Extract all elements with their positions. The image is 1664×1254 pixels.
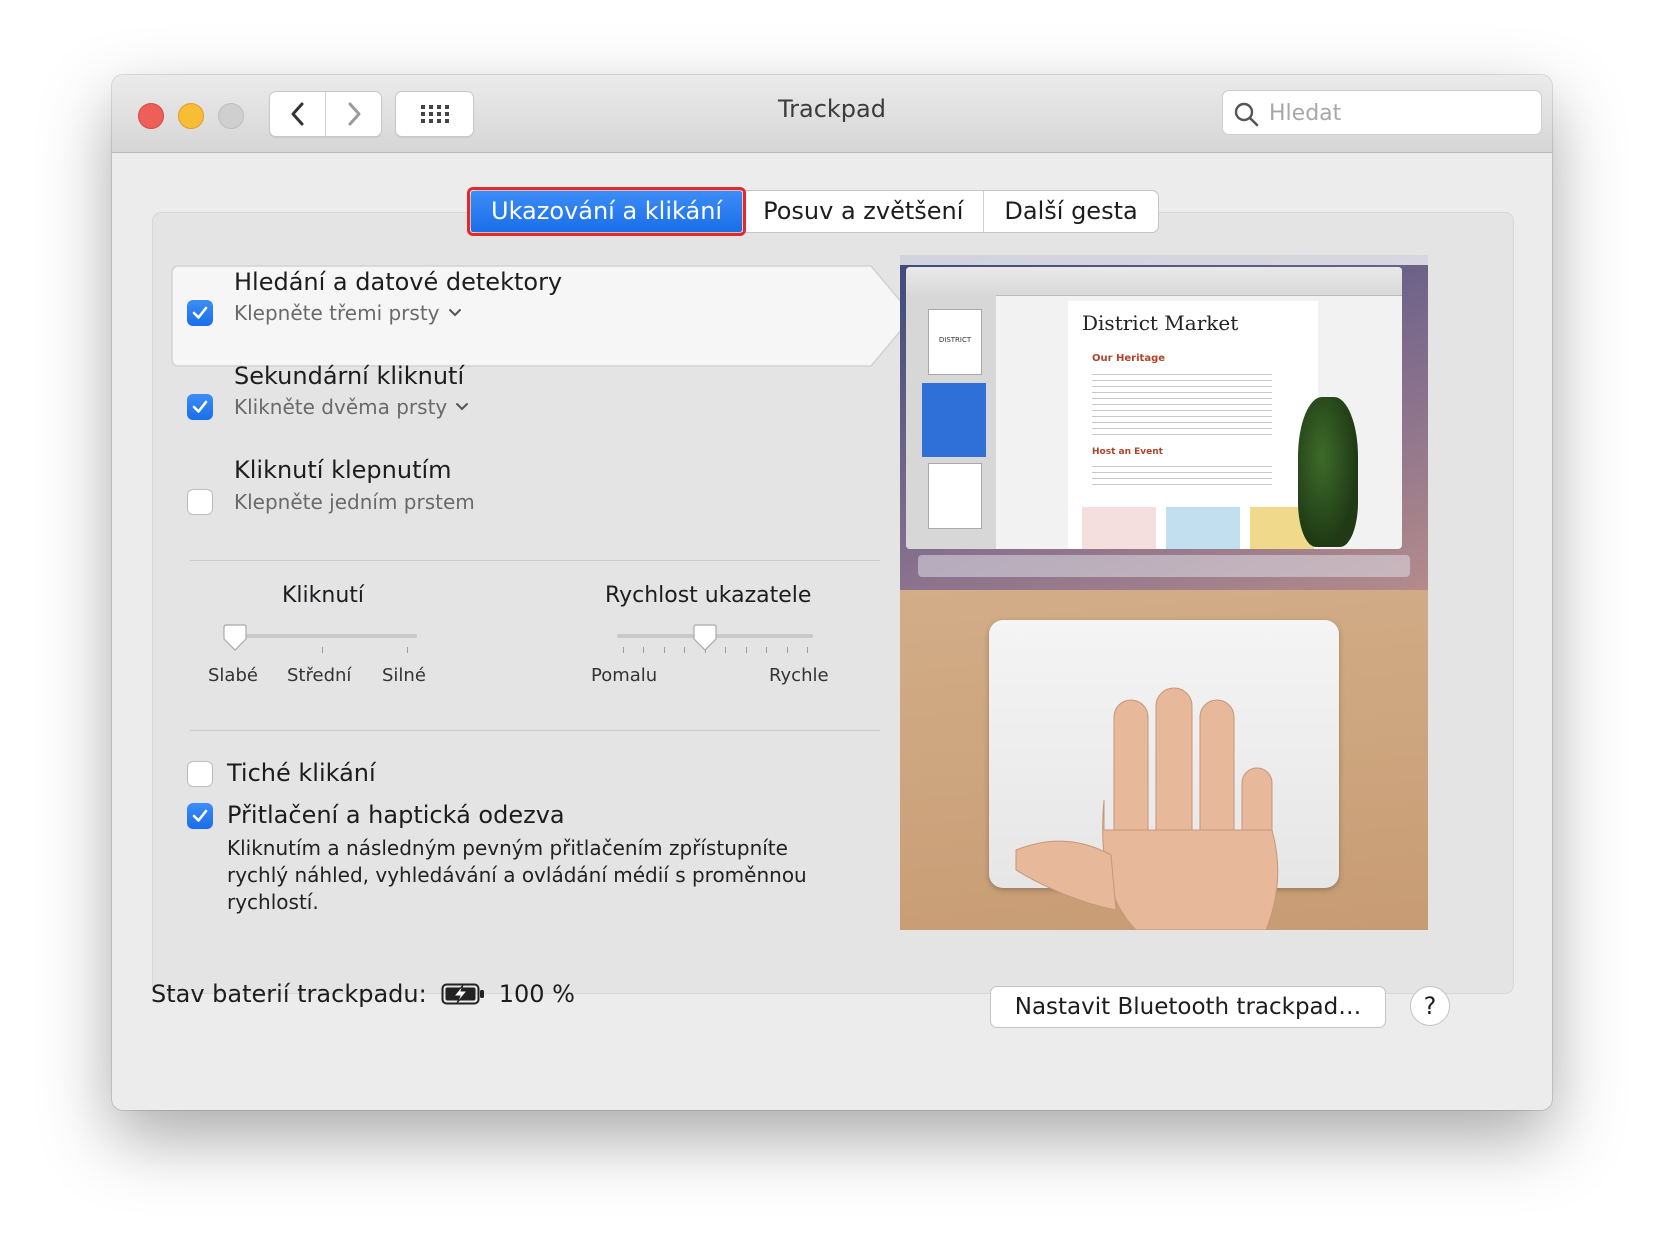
force-click-checkbox[interactable] [187,803,213,829]
checkmark-icon [192,400,208,413]
tab-more-gestures[interactable]: Další gesta [983,191,1157,232]
preview-app-window: DISTRICT District Market Our Heritage Ho… [906,267,1402,549]
secondary-click-gesture-select[interactable]: Klikněte dvěma prsty [234,395,469,419]
search-icon [1234,102,1259,127]
chevron-down-icon [456,403,469,411]
divider [190,730,880,731]
speed-slider-thumb[interactable] [693,624,717,652]
lookup-checkbox[interactable] [187,300,213,326]
trackpad-window: Trackpad Ukazování a klikání Posuv a zvě… [112,75,1552,1110]
silent-click-title: Tiché klikání [227,759,376,787]
preview-doc-heading2: Host an Event [1092,447,1163,457]
preview-sidebar: DISTRICT [906,295,996,549]
click-slider-tick [407,647,408,653]
preview-thumb-1: DISTRICT [928,309,982,375]
click-slider-label-light: Slabé [208,665,258,686]
speed-slider-tick [766,647,768,653]
click-slider-track[interactable] [227,634,417,638]
force-click-description: Kliknutím a následným pevným přitlačením… [227,836,807,914]
divider [190,560,880,561]
tab-point-and-click[interactable]: Ukazování a klikání [466,187,747,236]
gesture-preview: DISTRICT District Market Our Heritage Ho… [900,255,1428,930]
hand-illustration [1015,687,1279,930]
lookup-gesture-label: Klepněte třemi prsty [234,301,440,325]
titlebar: Trackpad [112,75,1552,153]
secondary-click-title: Sekundární kliknutí [234,362,465,390]
preview-doc-card [1082,507,1156,549]
preview-menubar [900,255,1428,265]
preview-thumb-3 [928,463,982,529]
search-input[interactable] [1267,91,1531,136]
preview-thumb-2 [922,383,986,457]
preview-toolbar [906,267,1402,296]
speed-slider-tick [684,647,686,653]
speed-slider-tick [745,647,747,653]
battery-charging-icon [441,983,484,1005]
preview-doc-card [1166,507,1240,549]
preview-screen: DISTRICT District Market Our Heritage Ho… [900,255,1428,590]
preview-doc-title: District Market [1082,311,1239,335]
click-slider-thumb[interactable] [223,624,247,652]
speed-slider-title: Rychlost ukazatele [605,583,812,608]
speed-slider-label-slow: Pomalu [591,665,658,686]
preview-vegetables [1298,397,1358,547]
speed-slider-tick [807,647,808,653]
speed-slider-tick [663,647,665,653]
force-click-title: Přitlačení a haptická odezva [227,801,565,829]
battery-label: Stav baterií trackpadu: [151,980,427,1008]
tap-to-click-gesture-label: Klepněte jedním prstem [234,490,475,514]
speed-slider-tick [725,647,727,653]
silent-click-checkbox[interactable] [187,761,213,787]
preview-document: District Market Our Heritage Host an Eve… [1068,301,1318,549]
chevron-down-icon [448,309,461,317]
battery-value: 100 % [498,980,575,1008]
preview-desk [900,590,1428,930]
preview-doc-text [1092,369,1272,439]
setup-bluetooth-trackpad-button[interactable]: Nastavit Bluetooth trackpad… [990,986,1386,1028]
checkmark-icon [192,306,208,319]
search-field[interactable] [1222,90,1542,136]
secondary-click-gesture-label: Klikněte dvěma prsty [234,395,448,419]
preview-dock [918,555,1410,577]
click-slider-label-medium: Střední [287,665,352,686]
tab-bar: Ukazování a klikání Posuv a zvětšení Dal… [466,187,1159,236]
preview-doc-heading1: Our Heritage [1092,353,1166,364]
checkmark-icon [192,809,208,822]
lookup-title: Hledání a datové detektory [234,268,563,296]
help-button[interactable]: ? [1410,986,1450,1026]
tap-to-click-checkbox[interactable] [187,489,213,515]
tap-to-click-subtitle: Klepněte jedním prstem [234,490,475,514]
speed-slider-tick [643,647,645,653]
speed-slider-tick [786,647,788,653]
speed-slider-tick [623,647,624,653]
preview-doc-text [1092,461,1272,487]
tap-to-click-title: Kliknutí klepnutím [234,456,452,484]
click-slider-title: Kliknutí [282,583,365,608]
tab-scroll-and-zoom[interactable]: Posuv a zvětšení [742,191,983,232]
speed-slider-label-fast: Rychle [769,665,829,686]
click-slider-label-firm: Silné [382,665,426,686]
battery-status: Stav baterií trackpadu: 100 % [151,980,575,1008]
click-slider-tick [322,647,323,653]
secondary-click-checkbox[interactable] [187,394,213,420]
lookup-gesture-select[interactable]: Klepněte třemi prsty [234,301,462,325]
